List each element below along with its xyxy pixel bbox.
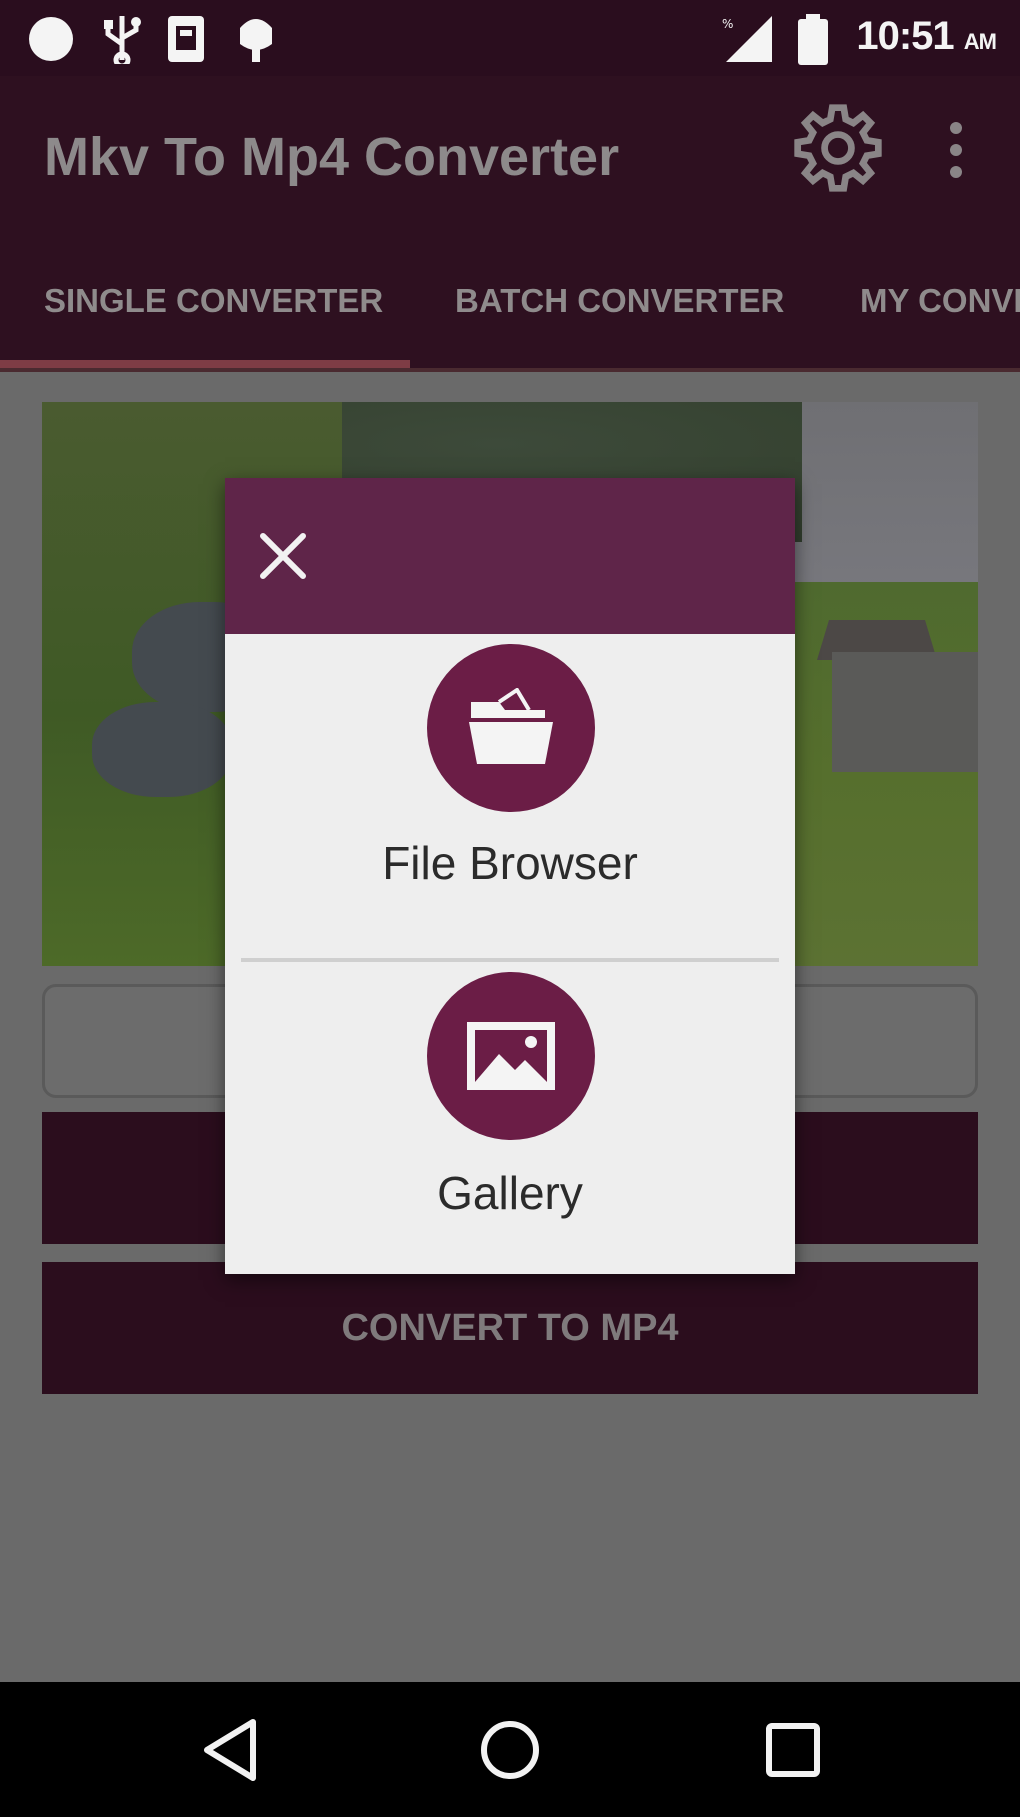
tab-batch-converter[interactable]: BATCH CONVERTER xyxy=(455,282,784,320)
dialog-header xyxy=(225,478,795,634)
thumbnail-rock xyxy=(92,702,232,797)
more-vert-icon[interactable] xyxy=(935,120,977,180)
tab-indicator xyxy=(0,360,410,368)
usb-icon xyxy=(104,16,141,64)
home-icon[interactable] xyxy=(472,1712,548,1788)
status-time: 10:51 AM xyxy=(856,14,997,58)
file-browser-label: File Browser xyxy=(382,837,638,889)
sim-card-icon xyxy=(168,16,204,62)
tab-bar: SINGLE CONVERTER BATCH CONVERTER MY CONV… xyxy=(0,226,1020,372)
navigation-bar xyxy=(0,1682,1020,1817)
file-browser-option[interactable]: File Browser xyxy=(225,644,795,964)
android-debug-icon xyxy=(240,19,272,62)
tab-my-conversions[interactable]: MY CONVERSIONS xyxy=(860,282,1020,320)
back-icon[interactable] xyxy=(195,1712,271,1788)
app-title: Mkv To Mp4 Converter xyxy=(44,127,620,187)
recents-icon[interactable] xyxy=(755,1712,831,1788)
thumbnail-hut xyxy=(832,652,978,772)
battery-icon xyxy=(798,14,828,65)
folder-open-icon[interactable] xyxy=(427,644,595,812)
source-picker-dialog: File Browser Gallery xyxy=(225,478,795,1274)
gear-icon[interactable] xyxy=(790,100,886,196)
dialog-divider xyxy=(241,958,779,962)
tab-single-converter[interactable]: SINGLE CONVERTER xyxy=(44,282,383,320)
gallery-option[interactable]: Gallery xyxy=(225,972,795,1292)
close-icon[interactable] xyxy=(253,526,313,586)
svg-text:%: % xyxy=(722,17,733,31)
notification-dot-icon xyxy=(29,17,73,61)
app-bar: Mkv To Mp4 Converter xyxy=(0,76,1020,226)
status-bar: % 10:51 AM xyxy=(0,0,1020,76)
gallery-label: Gallery xyxy=(437,1167,583,1219)
signal-icon: % xyxy=(722,16,772,62)
image-icon[interactable] xyxy=(427,972,595,1140)
